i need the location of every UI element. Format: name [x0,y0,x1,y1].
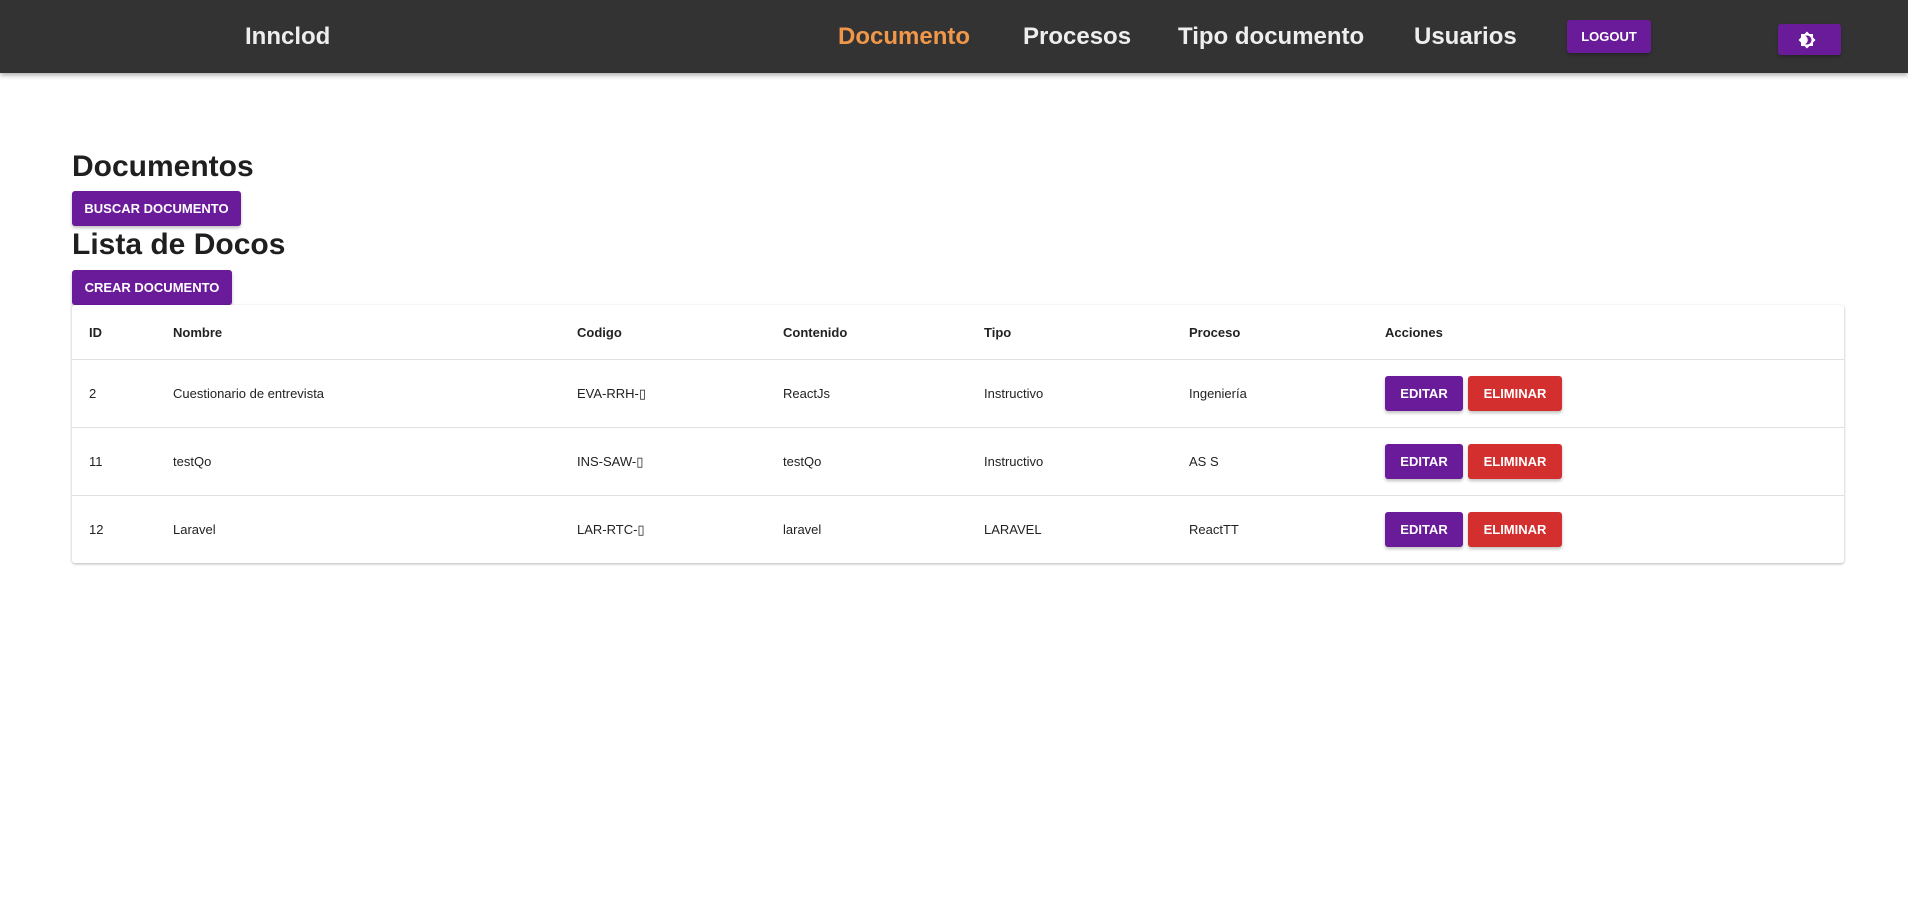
nav-link-documento[interactable]: Documento [838,0,970,73]
create-document-button[interactable]: CREAR DOCUMENTO [72,270,232,305]
column-header-tipo: Tipo [984,305,1189,360]
table-row: 12 Laravel LAR-RTC-▯ laravel LARAVEL Rea… [72,496,1844,564]
column-header-id: ID [72,305,173,360]
column-header-acciones: Acciones [1385,305,1844,360]
cell-contenido: ReactJs [783,359,984,428]
list-title: Lista de Docos [72,228,286,261]
column-header-codigo: Codigo [577,305,783,360]
cell-acciones: EDITAR ELIMINAR [1385,359,1844,428]
theme-toggle-button[interactable] [1778,24,1841,55]
table-header-row: ID Nombre Codigo Contenido Tipo Proceso … [72,305,1844,360]
nav-link-usuarios[interactable]: Usuarios [1414,0,1517,73]
cell-contenido: testQo [783,427,984,496]
cell-nombre: Cuestionario de entrevista [173,359,577,428]
cell-codigo: LAR-RTC-▯ [577,521,645,537]
page-title: Documentos [72,150,254,183]
cell-contenido: laravel [783,522,822,537]
cell-nombre: Laravel [173,522,216,537]
edit-button[interactable]: EDITAR [1385,512,1463,547]
table-row: 2 Cuestionario de entrevista EVA-RRH-▯ R… [72,359,1844,428]
documents-table-card: ID Nombre Codigo Contenido Tipo Proceso … [72,305,1844,563]
cell-codigo: INS-SAW-▯ [577,427,783,496]
logout-button[interactable]: LOGOUT [1567,20,1651,53]
column-header-proceso: Proceso [1189,305,1385,360]
cell-proceso: ReactTT [1189,522,1239,537]
cell-proceso: AS S [1189,427,1385,496]
cell-codigo: EVA-RRH-▯ [577,359,783,428]
documents-table: ID Nombre Codigo Contenido Tipo Proceso … [72,305,1844,563]
delete-button[interactable]: ELIMINAR [1468,376,1562,411]
top-navbar: Innclod Documento Procesos Tipo document… [0,0,1908,73]
nav-link-tipo-documento[interactable]: Tipo documento [1178,0,1364,73]
column-header-nombre: Nombre [173,305,577,360]
cell-acciones: EDITAR ELIMINAR [1385,496,1844,564]
cell-tipo: LARAVEL [984,522,1042,537]
nav-link-procesos[interactable]: Procesos [1023,0,1131,73]
delete-button[interactable]: ELIMINAR [1468,512,1562,547]
search-document-button[interactable]: BUSCAR DOCUMENTO [72,191,241,226]
cell-tipo: Instructivo [984,427,1189,496]
brightness-icon [1798,31,1816,49]
cell-tipo: Instructivo [984,359,1189,428]
brand-logo[interactable]: Innclod [245,0,330,73]
edit-button[interactable]: EDITAR [1385,376,1463,411]
edit-button[interactable]: EDITAR [1385,444,1463,479]
cell-id: 2 [72,359,173,428]
cell-id: 12 [89,522,104,537]
table-row: 11 testQo INS-SAW-▯ testQo Instructivo A… [72,427,1844,496]
delete-button[interactable]: ELIMINAR [1468,444,1562,479]
cell-acciones: EDITAR ELIMINAR [1385,427,1844,496]
cell-nombre: testQo [173,427,577,496]
cell-id: 11 [72,427,173,496]
cell-proceso: Ingeniería [1189,359,1385,428]
column-header-contenido: Contenido [783,305,984,360]
